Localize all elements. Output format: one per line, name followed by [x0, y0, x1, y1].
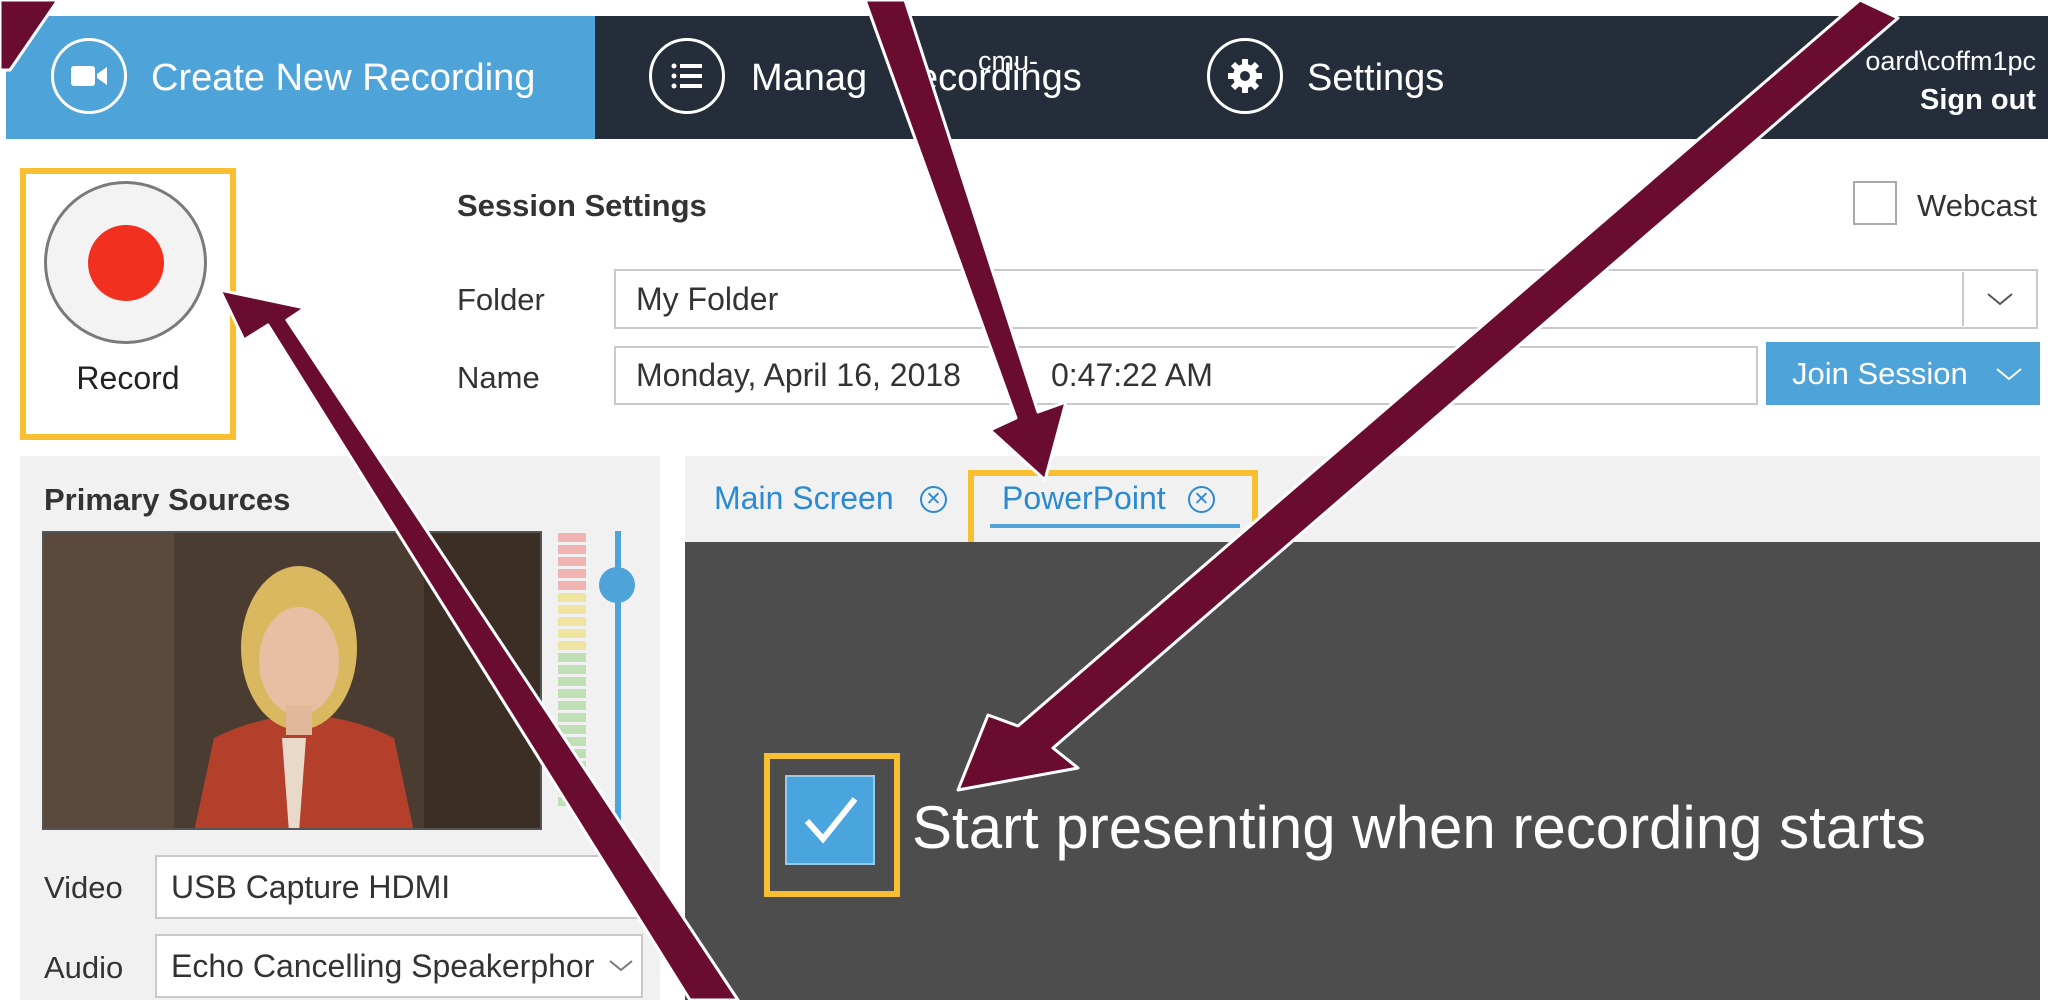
annotation-arrows-overlay [0, 0, 1900, 1000]
capture-app-window: Create New Recording Manag ecordings Set… [0, 0, 2048, 1000]
annotation-arrow-to-checkbox [956, 0, 1900, 792]
annotation-arrow-to-record [218, 288, 740, 1000]
annotation-arrow-partial [0, 0, 60, 72]
annotation-arrow-to-tab [863, 0, 1068, 482]
